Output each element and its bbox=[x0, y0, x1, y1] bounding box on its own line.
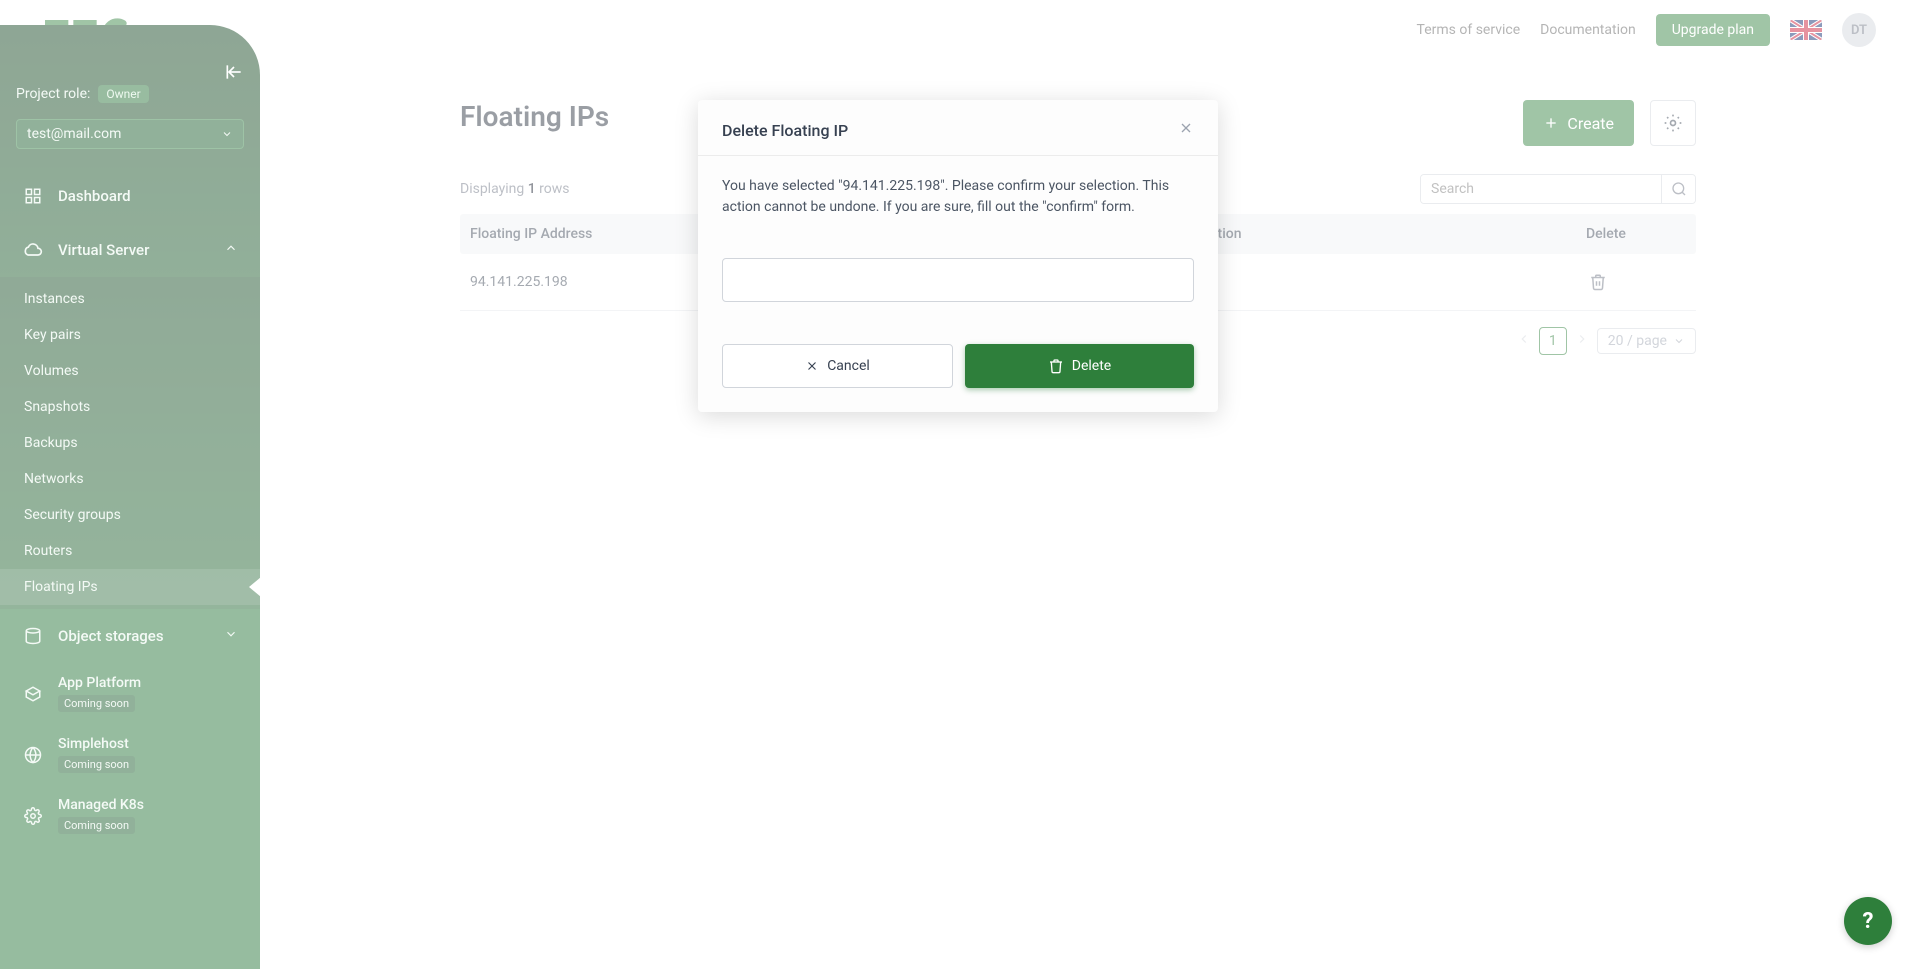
modal-header: Delete Floating IP bbox=[698, 100, 1218, 156]
delete-button-label: Delete bbox=[1072, 358, 1111, 374]
modal-body: You have selected "94.141.225.198". Plea… bbox=[698, 156, 1218, 326]
delete-floating-ip-modal: Delete Floating IP You have selected "94… bbox=[698, 100, 1218, 412]
cancel-button-label: Cancel bbox=[827, 358, 870, 374]
modal-overlay[interactable]: Delete Floating IP You have selected "94… bbox=[0, 0, 1916, 969]
delete-button[interactable]: Delete bbox=[965, 344, 1194, 388]
confirm-input[interactable] bbox=[722, 258, 1194, 302]
help-fab-button[interactable]: ? bbox=[1844, 897, 1892, 945]
trash-icon bbox=[1048, 358, 1064, 374]
modal-title: Delete Floating IP bbox=[722, 121, 848, 140]
modal-close-button[interactable] bbox=[1178, 120, 1194, 141]
cancel-button[interactable]: Cancel bbox=[722, 344, 953, 388]
modal-message: You have selected "94.141.225.198". Plea… bbox=[722, 176, 1194, 218]
close-icon bbox=[1178, 120, 1194, 136]
modal-actions: Cancel Delete bbox=[698, 326, 1218, 412]
help-icon: ? bbox=[1863, 909, 1874, 934]
close-icon bbox=[805, 359, 819, 373]
